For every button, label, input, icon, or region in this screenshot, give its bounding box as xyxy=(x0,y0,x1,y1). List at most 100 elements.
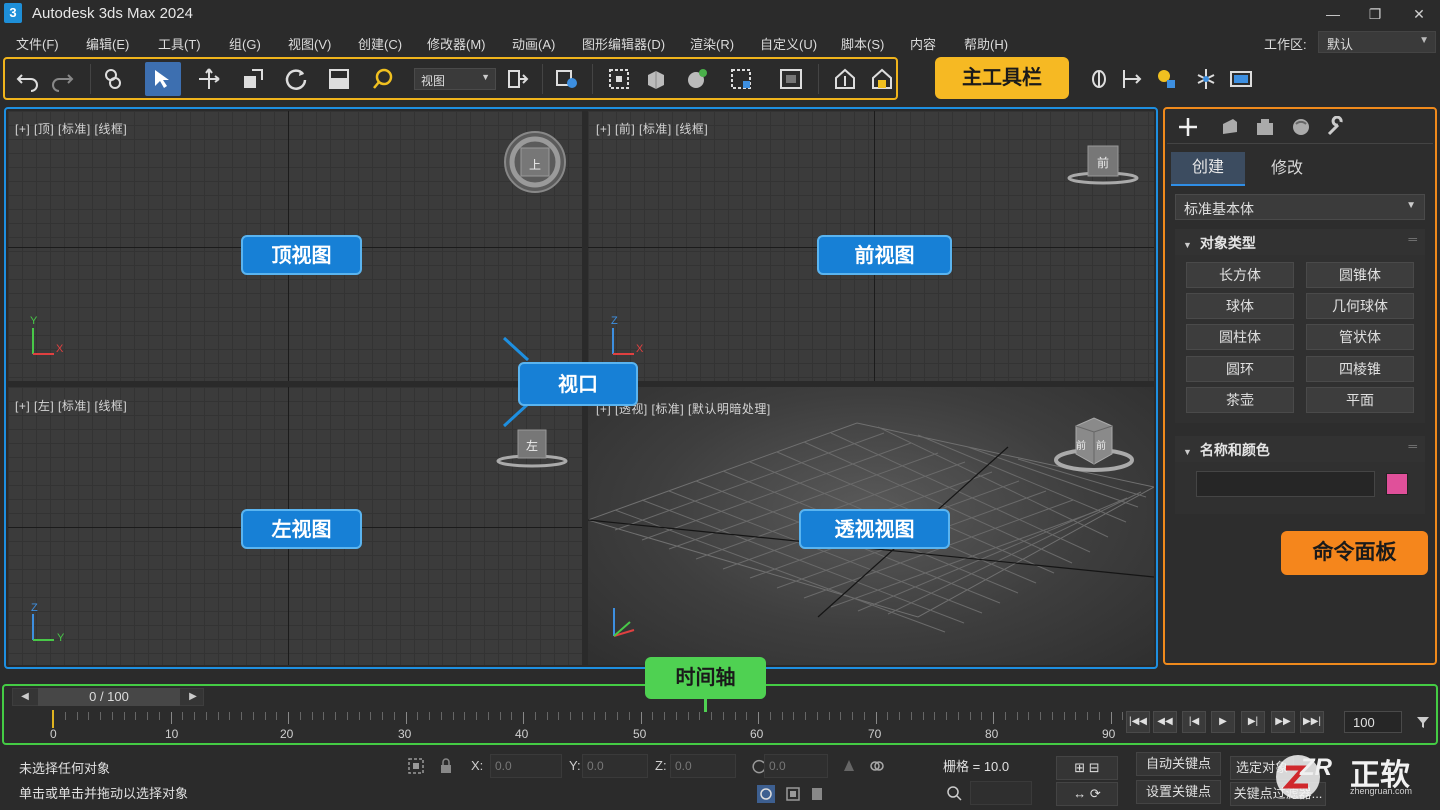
create-tab-plus-icon[interactable] xyxy=(1177,116,1199,138)
tab-create[interactable]: 创建 xyxy=(1171,152,1245,186)
menu-tools[interactable]: 工具(T) xyxy=(158,34,201,53)
material-editor-icon[interactable] xyxy=(684,66,710,92)
select-move-icon[interactable] xyxy=(196,66,222,92)
snaps-toggle-icon[interactable] xyxy=(606,66,632,92)
tube-button[interactable]: 管状体 xyxy=(1306,324,1414,350)
render-setup-icon[interactable] xyxy=(728,66,754,92)
time-slider-thumb[interactable]: 0 / 100 xyxy=(38,688,180,706)
reference-coordinate-select[interactable]: 视图 ▼ xyxy=(414,68,496,90)
motion-tab-icon[interactable] xyxy=(1290,116,1312,138)
curve-editor-icon[interactable] xyxy=(1086,66,1112,92)
previous-key-icon[interactable]: ◀◀ xyxy=(1153,711,1177,733)
viewport-layout-icon[interactable] xyxy=(1228,66,1254,92)
cone-button[interactable]: 圆锥体 xyxy=(1306,262,1414,288)
relative-mode-icon[interactable] xyxy=(868,757,886,775)
schematic-view-icon[interactable] xyxy=(1119,66,1145,92)
frame-selection-icon[interactable] xyxy=(784,785,802,803)
selection-filter-active-icon[interactable] xyxy=(756,784,776,804)
time-tag-field[interactable] xyxy=(970,781,1032,805)
snap-magnet-icon[interactable] xyxy=(370,66,396,92)
geosphere-button[interactable]: 几何球体 xyxy=(1306,293,1414,319)
time-slider-next-icon[interactable]: ▶ xyxy=(184,688,202,706)
mirror-cube-icon[interactable] xyxy=(643,66,669,92)
rotation-field[interactable]: 0.0 xyxy=(764,754,828,778)
axis-tripod-icon xyxy=(613,608,635,637)
set-key-button[interactable]: 设置关键点 xyxy=(1136,780,1221,804)
keyboard-shortcut-icon[interactable] xyxy=(554,66,580,92)
redo-icon[interactable] xyxy=(49,66,75,92)
close-button[interactable]: ✕ xyxy=(1396,2,1440,26)
time-slider-prev-icon[interactable]: ◀ xyxy=(16,688,34,706)
minimize-button[interactable]: — xyxy=(1310,2,1356,26)
teapot-button[interactable]: 茶壶 xyxy=(1186,387,1294,413)
rollout-object-type[interactable]: ▼ 对象类型 ═ xyxy=(1175,229,1425,255)
viewcube-perspective-icon[interactable] xyxy=(1050,412,1138,478)
menu-help[interactable]: 帮助(H) xyxy=(964,34,1008,53)
select-object-icon[interactable] xyxy=(150,66,176,92)
torus-button[interactable]: 圆环 xyxy=(1186,356,1294,382)
play-icon[interactable]: ▶ xyxy=(1211,711,1235,733)
menu-edit[interactable]: 编辑(E) xyxy=(86,34,129,53)
left-viewport-label[interactable]: [+] [左] [标准] [线框] xyxy=(15,397,127,414)
placement-icon[interactable] xyxy=(326,66,352,92)
y-coord-field[interactable]: 0.0 xyxy=(582,754,648,778)
select-scale-icon[interactable] xyxy=(240,66,266,92)
menu-views[interactable]: 视图(V) xyxy=(288,34,331,53)
auto-key-button[interactable]: 自动关键点 xyxy=(1136,752,1221,776)
x-coord-field[interactable]: 0.0 xyxy=(490,754,562,778)
timeline-ruler[interactable] xyxy=(12,710,1122,742)
light-bulb-icon[interactable] xyxy=(1153,66,1179,92)
sphere-button[interactable]: 球体 xyxy=(1186,293,1294,319)
menu-scripting[interactable]: 脚本(S) xyxy=(841,34,884,53)
time-tag-icon[interactable] xyxy=(945,784,963,802)
isolate-selection-icon[interactable] xyxy=(407,757,425,775)
object-color-swatch[interactable] xyxy=(1386,473,1408,495)
top-viewport-label[interactable]: [+] [顶] [标准] [线框] xyxy=(15,120,127,137)
object-name-field[interactable] xyxy=(1196,471,1375,497)
rollout-name-color[interactable]: ▼ 名称和颜色 ═ xyxy=(1175,436,1425,462)
plane-button[interactable]: 平面 xyxy=(1306,387,1414,413)
previous-frame-icon[interactable]: |◀ xyxy=(1182,711,1206,733)
render-active-icon[interactable] xyxy=(869,66,895,92)
undo-icon[interactable] xyxy=(15,66,41,92)
current-frame-marker[interactable] xyxy=(52,710,54,728)
tab-modify[interactable]: 修改 xyxy=(1250,152,1324,186)
menu-group[interactable]: 组(G) xyxy=(229,34,261,53)
box-button[interactable]: 长方体 xyxy=(1186,262,1294,288)
object-category-select[interactable]: 标准基本体 ▼ xyxy=(1175,194,1425,220)
next-frame-icon[interactable]: ▶| xyxy=(1241,711,1265,733)
restore-button[interactable]: ❐ xyxy=(1352,2,1398,26)
menu-customize[interactable]: 自定义(U) xyxy=(760,34,817,53)
menu-animation[interactable]: 动画(A) xyxy=(512,34,555,53)
navigation-toggle-buttons[interactable]: ↔ ⟳ xyxy=(1056,782,1118,806)
time-config-filter-icon[interactable] xyxy=(1414,713,1432,731)
utilities-wrench-icon[interactable] xyxy=(1325,116,1347,138)
adaptive-degradation-icon[interactable] xyxy=(840,757,858,775)
cylinder-button[interactable]: 圆柱体 xyxy=(1186,324,1294,350)
menu-file[interactable]: 文件(F) xyxy=(16,34,59,53)
go-to-end-icon[interactable]: ▶▶| xyxy=(1300,711,1324,733)
menu-create[interactable]: 创建(C) xyxy=(358,34,402,53)
go-to-start-icon[interactable]: |◀◀ xyxy=(1126,711,1150,733)
next-key-icon[interactable]: ▶▶ xyxy=(1271,711,1295,733)
front-viewport-label[interactable]: [+] [前] [标准] [线框] xyxy=(596,120,708,137)
select-rotate-icon[interactable] xyxy=(283,66,309,92)
menu-rendering[interactable]: 渲染(R) xyxy=(690,34,734,53)
layer-explorer-icon[interactable] xyxy=(808,785,826,803)
menu-modifiers[interactable]: 修改器(M) xyxy=(427,34,486,53)
menu-graph-editors[interactable]: 图形编辑器(D) xyxy=(582,34,665,53)
selection-lock-icon[interactable] xyxy=(437,757,455,775)
link-icon[interactable] xyxy=(101,66,127,92)
pivot-center-icon[interactable] xyxy=(504,66,530,92)
hierarchy-tab-icon[interactable] xyxy=(1254,116,1276,138)
pyramid-button[interactable]: 四棱锥 xyxy=(1306,356,1414,382)
z-coord-field[interactable]: 0.0 xyxy=(670,754,736,778)
current-frame-field[interactable]: 100 xyxy=(1344,711,1402,733)
render-production-icon[interactable] xyxy=(832,66,858,92)
workspace-select[interactable]: 默认 ▼ xyxy=(1318,31,1436,53)
modify-tab-icon[interactable] xyxy=(1219,116,1241,138)
render-frame-icon[interactable] xyxy=(778,66,804,92)
key-mode-buttons[interactable]: ⊞ ⊟ xyxy=(1056,756,1118,780)
track-view-icon[interactable] xyxy=(1193,66,1219,92)
menu-content[interactable]: 内容 xyxy=(910,34,936,53)
